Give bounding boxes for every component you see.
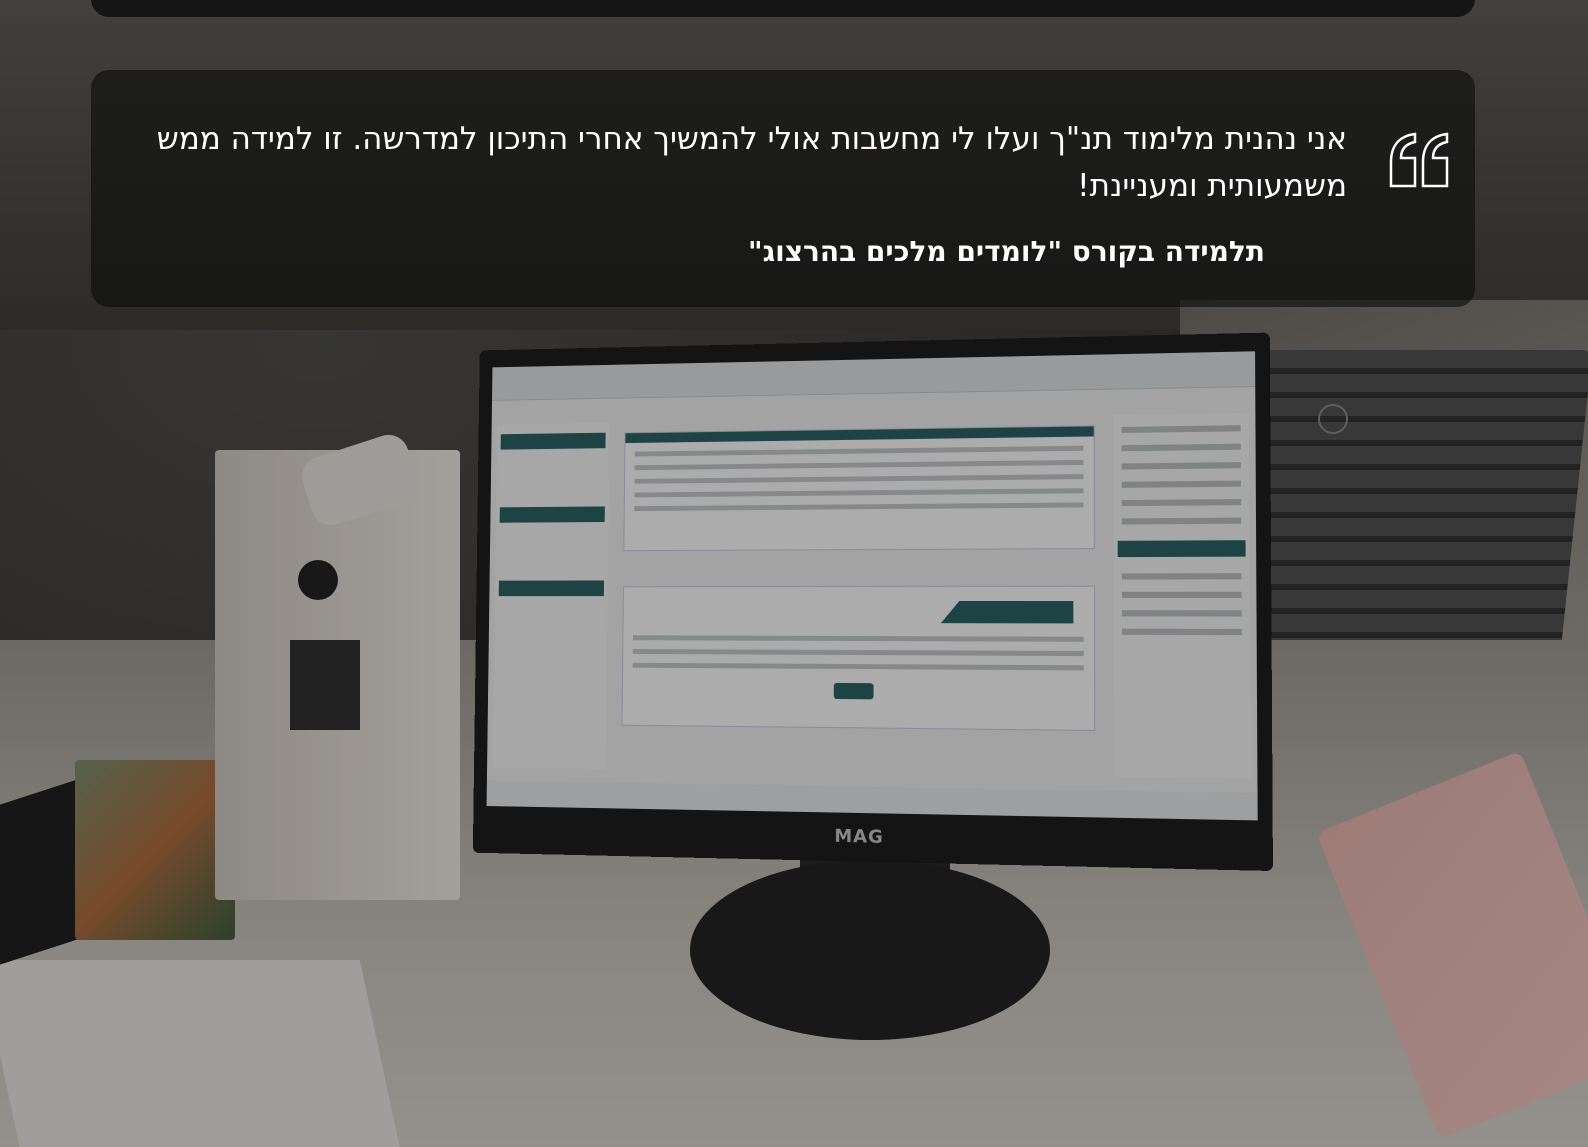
testimonial-author: תלמידה בקורס "לומדים מלכים בהרצוג" — [747, 235, 1265, 268]
testimonial-box: אני נהנית מלימוד תנ"ך ועלו לי מחשבות אול… — [91, 70, 1475, 307]
quote-marks-icon — [1385, 126, 1455, 196]
previous-testimonial-box — [91, 0, 1475, 17]
testimonial-quote: אני נהנית מלימוד תנ"ך ועלו לי מחשבות אול… — [156, 121, 1347, 204]
